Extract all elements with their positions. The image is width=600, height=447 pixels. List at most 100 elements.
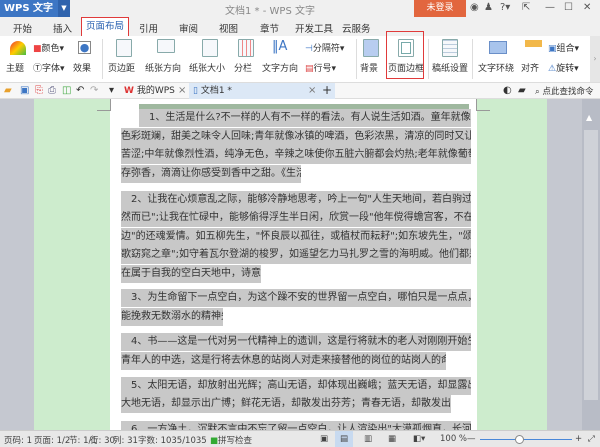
- skin-icon[interactable]: ◉: [470, 2, 479, 13]
- margin-button[interactable]: 页边距: [108, 61, 135, 74]
- tab-insert[interactable]: 插入: [53, 21, 72, 35]
- undo-icon[interactable]: ↶: [76, 85, 84, 96]
- fit-icon[interactable]: ⤢: [588, 434, 595, 444]
- text-wrap-icon: [489, 41, 507, 54]
- command-search-placeholder: 点此查找命令: [542, 87, 594, 97]
- rotate-button[interactable]: ⚠旋转▾: [548, 61, 579, 74]
- restore-ribbon-icon[interactable]: ⇱: [522, 2, 530, 13]
- font-icon: Ⓣ: [33, 64, 43, 74]
- paper-size-button[interactable]: 纸张大小: [189, 61, 225, 74]
- spell-check-label: 拼写检查: [218, 436, 253, 446]
- text-wrap-button[interactable]: 文字环绕: [478, 61, 514, 74]
- shirt-icon[interactable]: ♟: [484, 2, 493, 13]
- save-icon[interactable]: ▣: [20, 85, 29, 96]
- document-line: 青年人的中选，这是行将去休息的站岗人对走来接替他的岗位的站岗人的命令。: [121, 352, 446, 370]
- new-tab-icon[interactable]: +: [322, 83, 332, 97]
- close-tab-icon[interactable]: ×: [178, 85, 186, 96]
- login-button[interactable]: 未登录: [414, 0, 466, 17]
- manuscript-button[interactable]: 稿纸设置: [432, 61, 468, 74]
- wps-menu-button[interactable]: WPS 文字 ▼: [0, 0, 70, 17]
- minimize-icon[interactable]: —: [545, 2, 555, 13]
- command-search[interactable]: ⌕ 点此查找命令: [535, 85, 593, 97]
- separator-button[interactable]: ⊣分隔符▾: [305, 41, 344, 54]
- rotate-icon: ⚠: [548, 64, 557, 74]
- wps-logo-icon: W: [124, 86, 134, 96]
- page-view-icon[interactable]: ▤: [335, 431, 353, 447]
- tab-references[interactable]: 引用: [139, 21, 158, 35]
- web-view-icon[interactable]: ▦: [388, 434, 396, 444]
- group-button[interactable]: ▣组合▾: [548, 41, 579, 54]
- ribbon: 主题 ■颜色▾ Ⓣ字体▾ ● 效果 页边距 纸张方向 纸张大小 分栏 ‖A 文字…: [0, 36, 600, 83]
- maximize-icon[interactable]: ☐: [564, 2, 573, 13]
- columns-button[interactable]: 分栏: [234, 61, 252, 74]
- export-pdf-icon[interactable]: ⎘: [35, 85, 43, 96]
- tab-developer[interactable]: 开发工具: [295, 21, 333, 35]
- fullscreen-view-icon[interactable]: ▣: [320, 434, 328, 444]
- tab-cloud[interactable]: 云服务: [342, 21, 371, 35]
- status-col: 列: 31: [113, 436, 138, 446]
- tab-start[interactable]: 开始: [13, 21, 32, 35]
- customize-icon[interactable]: ▾: [109, 85, 114, 96]
- spell-check-icon: ■: [210, 436, 219, 446]
- paper-size-icon: [202, 39, 218, 57]
- effect-button[interactable]: 效果: [73, 61, 91, 74]
- close-icon[interactable]: ✕: [583, 2, 591, 13]
- spell-check-button[interactable]: ■拼写检查: [210, 434, 252, 446]
- outline-view-icon[interactable]: ▥: [364, 434, 372, 444]
- color-label: 颜色: [41, 44, 60, 54]
- orientation-button[interactable]: 纸张方向: [145, 61, 181, 74]
- help-icon[interactable]: ?▾: [500, 2, 510, 13]
- align-icon: [525, 40, 542, 47]
- scroll-up-icon[interactable]: ▲: [586, 113, 592, 122]
- separator-label: 分隔符: [312, 44, 340, 54]
- document-line: 1、生活是什么?不一样的人有不一样的看法。有人说生活如酒。童年就像鸡尾酒，: [139, 109, 471, 127]
- open-icon[interactable]: ▰: [4, 85, 12, 96]
- zoom-level[interactable]: 100 %: [440, 434, 467, 444]
- status-pages: 页面: 1/2: [34, 436, 71, 446]
- color-button[interactable]: ■颜色▾: [33, 41, 64, 54]
- print-preview-icon[interactable]: ◫: [62, 85, 71, 96]
- app-name: WPS 文字: [4, 3, 54, 14]
- my-wps-label: 我的WPS: [136, 86, 175, 96]
- font-button[interactable]: Ⓣ字体▾: [33, 61, 65, 74]
- scrollbar-thumb[interactable]: [584, 130, 598, 400]
- document-line: 6、一方净土，沉默不言中不忘了留一点空白，让人渲染出"大漠孤烟直，长河落日圆": [121, 421, 471, 430]
- tab-review[interactable]: 审阅: [179, 21, 198, 35]
- zoom-slider-handle[interactable]: [515, 435, 524, 444]
- align-button[interactable]: 对齐: [521, 61, 539, 74]
- chevron-down-icon[interactable]: ▼: [58, 0, 70, 17]
- orientation-icon: [157, 39, 175, 53]
- document-line: 能挽救无数溺水的精神失陷者。: [121, 308, 223, 326]
- tab-page-layout[interactable]: 页面布局: [81, 17, 129, 37]
- redo-icon[interactable]: ↷: [90, 85, 98, 96]
- tab-list-icon[interactable]: ▰: [518, 85, 526, 96]
- zoom-slider[interactable]: [480, 439, 572, 440]
- divider: [102, 39, 103, 79]
- ribbon-scroll-right[interactable]: ›: [590, 36, 600, 82]
- line-number-label: 行号: [313, 64, 332, 74]
- zoom-out-icon[interactable]: —: [467, 434, 476, 444]
- text-direction-icon: ‖A: [272, 39, 288, 54]
- document-line: 边"的还魂爱情。如五柳先生，"怀良辰以孤往，或植杖而耘耔";如东坡先生，"颂明月…: [121, 228, 471, 246]
- margin-mark: [97, 99, 111, 111]
- document-tab-label: 文档1 *: [200, 86, 232, 96]
- zoom-in-icon[interactable]: +: [575, 434, 582, 444]
- text-direction-button[interactable]: 文字方向: [262, 61, 298, 74]
- close-doc-tab-icon[interactable]: ×: [308, 85, 316, 96]
- reading-view-icon[interactable]: ◧▾: [413, 434, 425, 444]
- document-line: 3、为生命留下一点空白，为这个躁不安的世界留一点空白，哪怕只是一点点，却: [121, 289, 471, 307]
- doc-icon[interactable]: ◐: [503, 85, 512, 96]
- theme-button[interactable]: 主题: [6, 61, 24, 74]
- search-icon: ⌕: [535, 87, 540, 97]
- quick-access-bar: ▰ ▣ ⎘ ⎙ ◫ ↶ ↷ ▾ W 我的WPS × ▯ 文档1 * × + ◐ …: [0, 83, 600, 99]
- document-line: 5、太阳无语，却放射出光辉；高山无语，却体现出巍峨；蓝天无语，却显露出高远；: [121, 377, 471, 395]
- document-line: 色彩斑斓，甜美之味令人回味;青年就像冰镇的啤酒，色彩浓黑，清凉的同时又让人觉得: [121, 128, 471, 146]
- background-button[interactable]: 背景: [360, 61, 378, 74]
- status-page: 页码: 1: [4, 436, 32, 446]
- tab-chapter[interactable]: 章节: [260, 21, 279, 35]
- background-icon: [363, 39, 379, 57]
- divider: [356, 39, 357, 79]
- line-number-button[interactable]: ▤行号▾: [305, 61, 336, 74]
- print-icon[interactable]: ⎙: [48, 85, 56, 96]
- tab-view[interactable]: 视图: [219, 21, 238, 35]
